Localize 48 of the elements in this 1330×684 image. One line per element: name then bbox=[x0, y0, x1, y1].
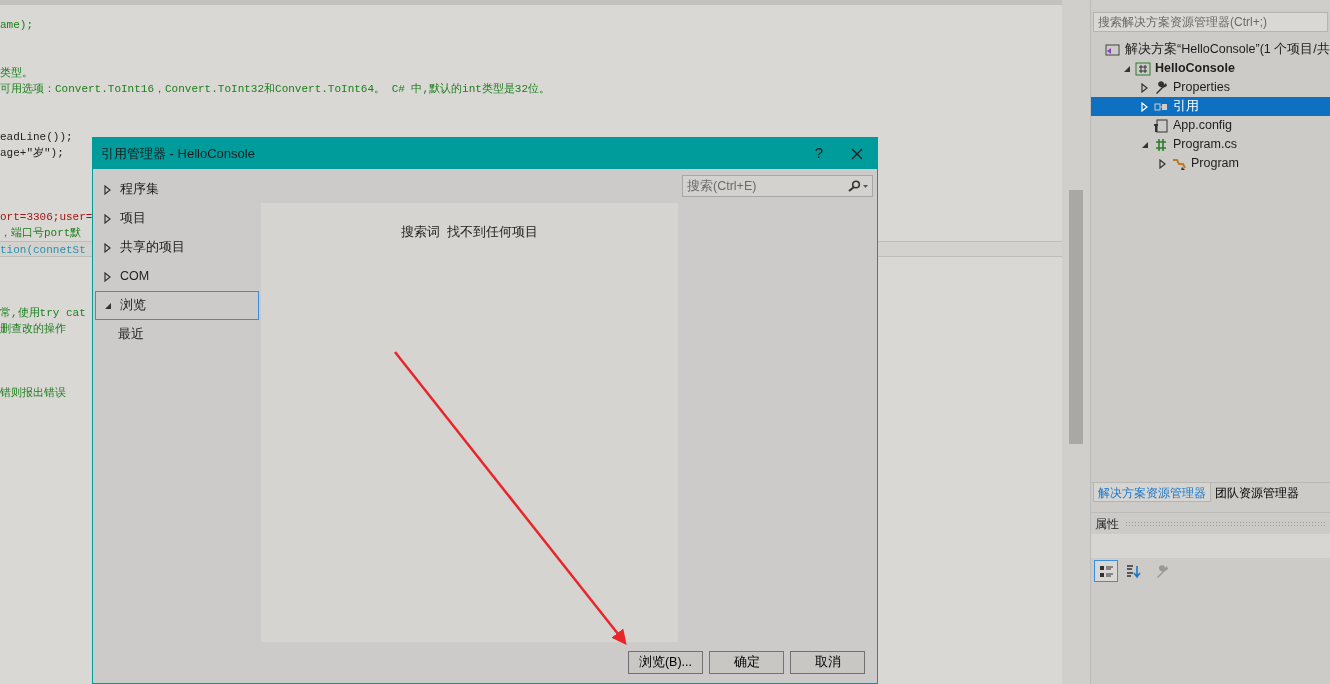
nav-item[interactable]: 项目 bbox=[95, 204, 259, 233]
code-line: age+"岁"); bbox=[0, 147, 64, 159]
categorized-icon bbox=[1098, 563, 1114, 579]
dialog-button[interactable]: 取消 bbox=[790, 651, 865, 674]
dialog-button[interactable]: 确定 bbox=[709, 651, 784, 674]
collapsed-triangle-icon[interactable] bbox=[104, 242, 112, 253]
tree-item[interactable]: HelloConsole bbox=[1091, 59, 1330, 78]
code-line: ort=3306;user= bbox=[0, 211, 93, 223]
code-line: 可用选项：Convert.ToInt16，Convert.ToInt32和Convert.ToInt64。 C# 中,默认的int类型是32位。 bbox=[0, 83, 551, 95]
nav-item[interactable]: 程序集 bbox=[95, 175, 259, 204]
dialog-button[interactable]: 浏览(B)... bbox=[628, 651, 703, 674]
code-line: 类型。 bbox=[0, 67, 33, 79]
nav-item[interactable]: 共享的项目 bbox=[95, 233, 259, 262]
collapsed-triangle-icon[interactable] bbox=[1159, 158, 1167, 169]
code-line: 错则报出错误 bbox=[0, 387, 66, 399]
collapsed-triangle-icon[interactable] bbox=[104, 213, 112, 224]
toolbar-button[interactable] bbox=[1094, 560, 1118, 582]
expanded-triangle-icon[interactable] bbox=[1123, 64, 1131, 73]
tree-item[interactable]: Program bbox=[1091, 154, 1330, 173]
code-line: ame); bbox=[0, 19, 33, 31]
tree-item[interactable]: Program.cs bbox=[1091, 135, 1330, 154]
tree-item[interactable]: 解决方案“HelloConsole”(1 个项目/共 bbox=[1091, 40, 1330, 59]
scrollbar-thumb[interactable] bbox=[1069, 190, 1083, 444]
help-button[interactable]: ? bbox=[800, 142, 837, 165]
panel-title: 属性 bbox=[1095, 515, 1119, 533]
code-line: tion(connetSt bbox=[0, 244, 86, 256]
code-line: 删查改的操作 bbox=[0, 323, 66, 335]
tree-item[interactable]: 引用 bbox=[1091, 97, 1330, 116]
collapsed-triangle-icon[interactable] bbox=[104, 271, 112, 282]
sort-alphabetical-icon bbox=[1126, 563, 1142, 579]
collapsed-triangle-icon[interactable] bbox=[1141, 82, 1149, 93]
expanded-triangle-icon[interactable] bbox=[1141, 140, 1149, 149]
nav-item[interactable]: 最近 bbox=[95, 320, 259, 349]
close-icon bbox=[851, 148, 863, 161]
collapsed-triangle-icon[interactable] bbox=[104, 184, 112, 195]
expanded-triangle-icon[interactable] bbox=[104, 301, 112, 310]
nav-item[interactable]: 浏览 bbox=[95, 291, 259, 320]
search-icon bbox=[847, 180, 869, 192]
search-field[interactable]: 搜索解决方案资源管理器(Ctrl+;) bbox=[1093, 12, 1328, 32]
dialog-title: 引用管理器 - HelloConsole bbox=[101, 144, 255, 163]
code-line: eadLine()); bbox=[0, 131, 73, 143]
search-field[interactable]: 搜索(Ctrl+E) bbox=[682, 175, 873, 197]
empty-message: 搜索词 找不到任何项目 bbox=[401, 224, 538, 241]
tree-item[interactable]: Properties bbox=[1091, 78, 1330, 97]
nav-item[interactable]: COM bbox=[95, 262, 259, 291]
code-line: ，端口号port默 bbox=[0, 227, 82, 239]
tree-item[interactable]: App.config bbox=[1091, 116, 1330, 135]
code-line: 常,使用try cat bbox=[0, 307, 86, 319]
